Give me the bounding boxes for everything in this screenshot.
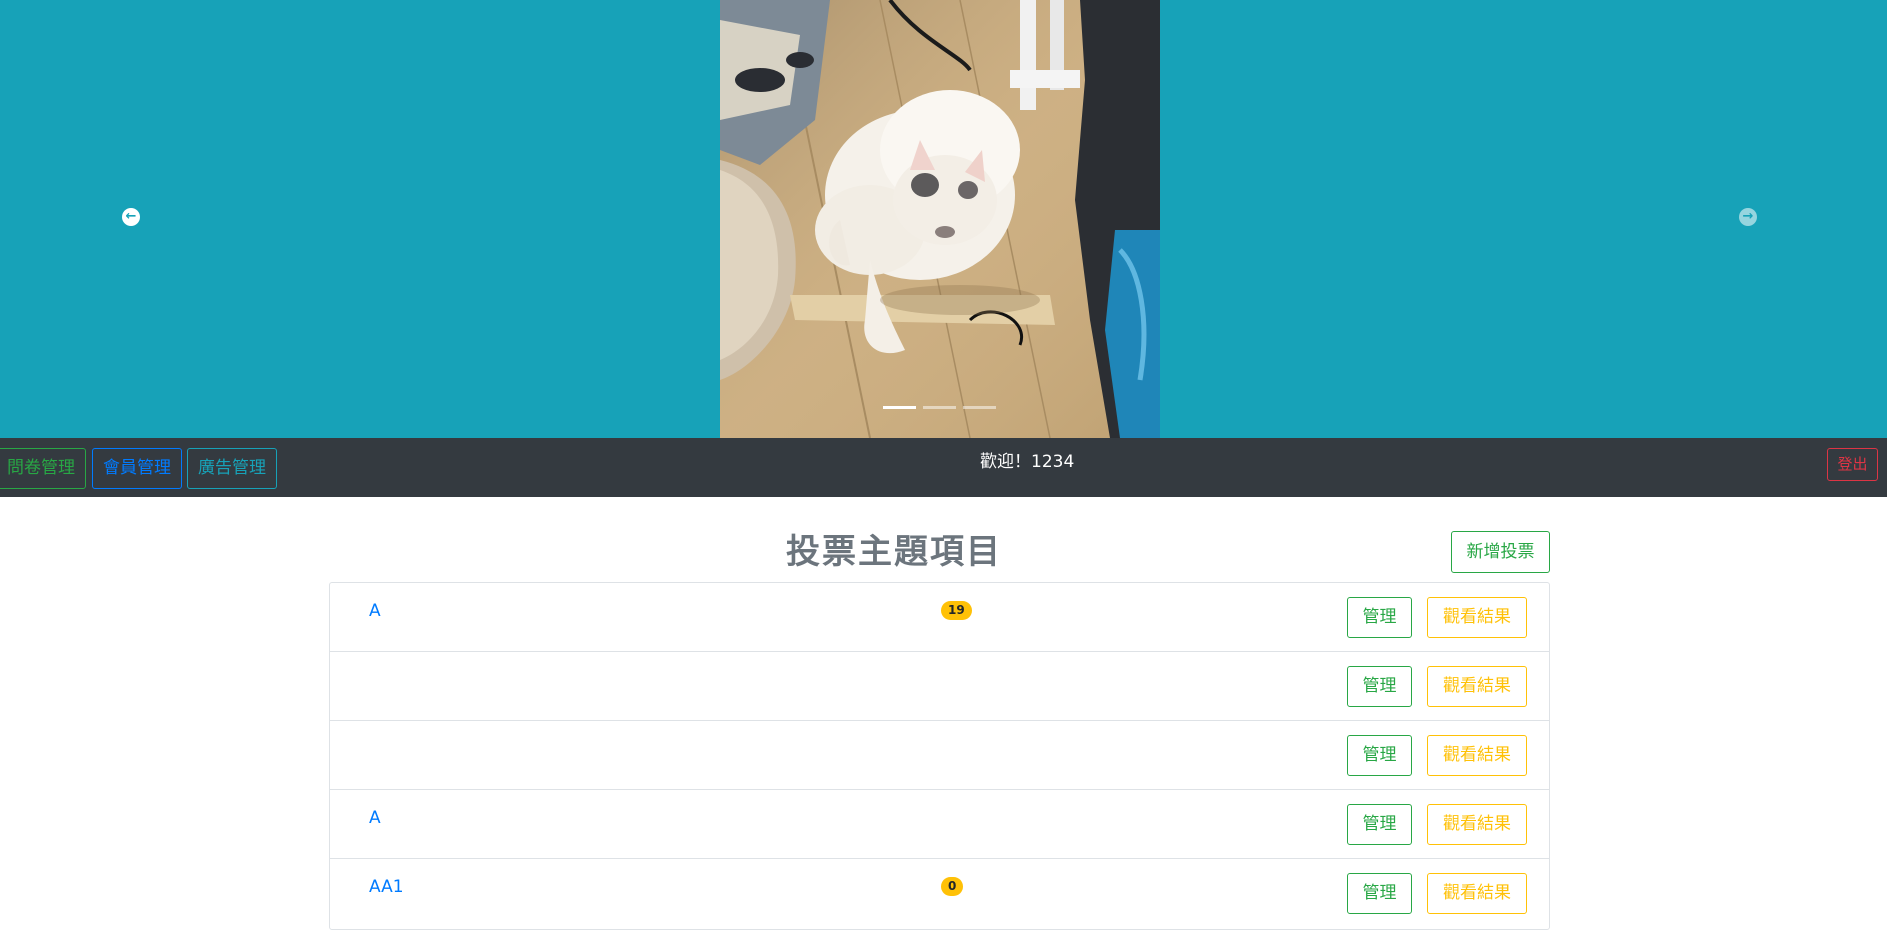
vote-count-badge: 0 (941, 877, 964, 896)
view-results-button[interactable]: 觀看結果 (1427, 735, 1527, 776)
arrow-left-circle-icon: ← (125, 209, 137, 224)
view-results-button[interactable]: 觀看結果 (1427, 804, 1527, 845)
manage-button[interactable]: 管理 (1347, 735, 1412, 776)
manage-button[interactable]: 管理 (1347, 804, 1412, 845)
ad-management-button[interactable]: 廣告管理 (187, 448, 277, 489)
carousel-prev-button[interactable]: ← (122, 208, 140, 226)
page-title: 投票主題項目 (786, 532, 1002, 572)
view-results-button[interactable]: 觀看結果 (1427, 873, 1527, 914)
carousel-next-button[interactable]: → (1739, 208, 1757, 226)
vote-count-badge: 19 (941, 601, 972, 620)
ad-carousel: ← → (0, 0, 1887, 438)
add-vote-button[interactable]: 新增投票 (1451, 531, 1550, 573)
arrow-right-circle-icon: → (1742, 209, 1754, 224)
list-item: A 19 管理 觀看結果 (330, 583, 1549, 652)
welcome-message: 歡迎！1234 (980, 452, 1075, 472)
carousel-indicator-2[interactable] (923, 406, 956, 409)
manage-button[interactable]: 管理 (1347, 597, 1412, 638)
list-item: 管理 觀看結果 (330, 721, 1549, 790)
list-item: 管理 觀看結果 (330, 652, 1549, 721)
member-management-button[interactable]: 會員管理 (92, 448, 182, 489)
vote-topic-link[interactable]: A (369, 599, 381, 623)
carousel-slide-image (720, 0, 1160, 438)
logout-button[interactable]: 登出 (1827, 448, 1878, 481)
vote-topic-list: A 19 管理 觀看結果 管理 觀看結果 管理 觀看結果 A 管理 觀看結果 A… (329, 582, 1550, 930)
list-item: A 管理 觀看結果 (330, 790, 1549, 859)
list-item: AA1 0 管理 觀看結果 (330, 859, 1549, 929)
view-results-button[interactable]: 觀看結果 (1427, 666, 1527, 707)
cat-photo (720, 0, 1160, 438)
survey-management-button[interactable]: 問卷管理 (0, 448, 86, 489)
vote-topic-link[interactable]: A (369, 806, 381, 830)
top-navbar: 問卷管理 會員管理 廣告管理 歡迎！1234 登出 (0, 438, 1887, 497)
manage-button[interactable]: 管理 (1347, 873, 1412, 914)
manage-button[interactable]: 管理 (1347, 666, 1412, 707)
carousel-indicators (883, 406, 996, 409)
vote-topic-link[interactable]: AA1 (369, 875, 404, 899)
carousel-indicator-1[interactable] (883, 406, 916, 409)
view-results-button[interactable]: 觀看結果 (1427, 597, 1527, 638)
carousel-indicator-3[interactable] (963, 406, 996, 409)
